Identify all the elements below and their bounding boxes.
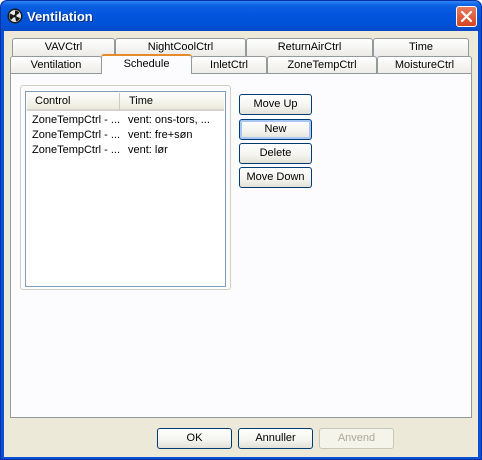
list-header: Control Time <box>27 93 224 111</box>
fan-icon <box>7 8 23 24</box>
list-item-control: ZoneTempCtrl - ... <box>32 114 121 126</box>
tab-label: MoistureCtrl <box>394 59 455 71</box>
tab-returnairctrl[interactable]: ReturnAirCtrl <box>246 38 373 56</box>
tab-inletctrl[interactable]: InletCtrl <box>191 56 267 74</box>
move-up-button[interactable]: Move Up <box>239 94 312 115</box>
list-item-control: ZoneTempCtrl - ... <box>32 144 121 156</box>
apply-button[interactable]: Anvend <box>319 428 394 449</box>
tab-label: Schedule <box>123 58 170 70</box>
column-header-time[interactable]: Time <box>121 93 224 111</box>
list-item[interactable]: ZoneTempCtrl - ... vent: fre+søn <box>27 128 224 143</box>
list-item-time: vent: lør <box>128 144 168 156</box>
tab-vavctrl[interactable]: VAVCtrl <box>12 38 115 56</box>
tab-label: NightCoolCtrl <box>147 41 214 53</box>
new-button[interactable]: New <box>239 119 312 140</box>
close-icon <box>460 10 473 23</box>
dialog-client-area: VAVCtrl NightCoolCtrl ReturnAirCtrl Time… <box>4 31 478 457</box>
schedule-list[interactable]: Control Time ZoneTempCtrl - ... vent: on… <box>25 91 226 287</box>
tab-moisturectrl[interactable]: MoistureCtrl <box>377 56 472 74</box>
list-item-control: ZoneTempCtrl - ... <box>32 129 121 141</box>
delete-button[interactable]: Delete <box>239 143 312 164</box>
ok-button[interactable]: OK <box>157 428 232 449</box>
list-item-time: vent: ons-tors, ... <box>128 114 210 126</box>
window-title: Ventilation <box>27 9 93 24</box>
close-button[interactable] <box>456 6 477 27</box>
list-item[interactable]: ZoneTempCtrl - ... vent: ons-tors, ... <box>27 113 224 128</box>
tab-label: VAVCtrl <box>44 41 83 53</box>
column-header-control[interactable]: Control <box>27 93 120 111</box>
tab-label: ZoneTempCtrl <box>287 59 357 71</box>
tab-time[interactable]: Time <box>373 38 469 56</box>
dialog-window: Ventilation VAVCtrl NightCoolCtrl Return… <box>0 0 482 460</box>
tab-label: InletCtrl <box>210 59 248 71</box>
tab-label: ReturnAirCtrl <box>277 41 342 53</box>
tab-zonetempctrl[interactable]: ZoneTempCtrl <box>267 56 377 74</box>
cancel-button[interactable]: Annuller <box>238 428 313 449</box>
list-item[interactable]: ZoneTempCtrl - ... vent: lør <box>27 143 224 158</box>
title-bar[interactable]: Ventilation <box>1 1 481 31</box>
tab-schedule[interactable]: Schedule <box>101 54 192 74</box>
list-item-time: vent: fre+søn <box>128 129 193 141</box>
tab-label: Ventilation <box>30 59 82 71</box>
tab-label: Time <box>408 41 434 53</box>
tab-ventilation[interactable]: Ventilation <box>10 56 102 74</box>
move-down-button[interactable]: Move Down <box>239 167 312 188</box>
